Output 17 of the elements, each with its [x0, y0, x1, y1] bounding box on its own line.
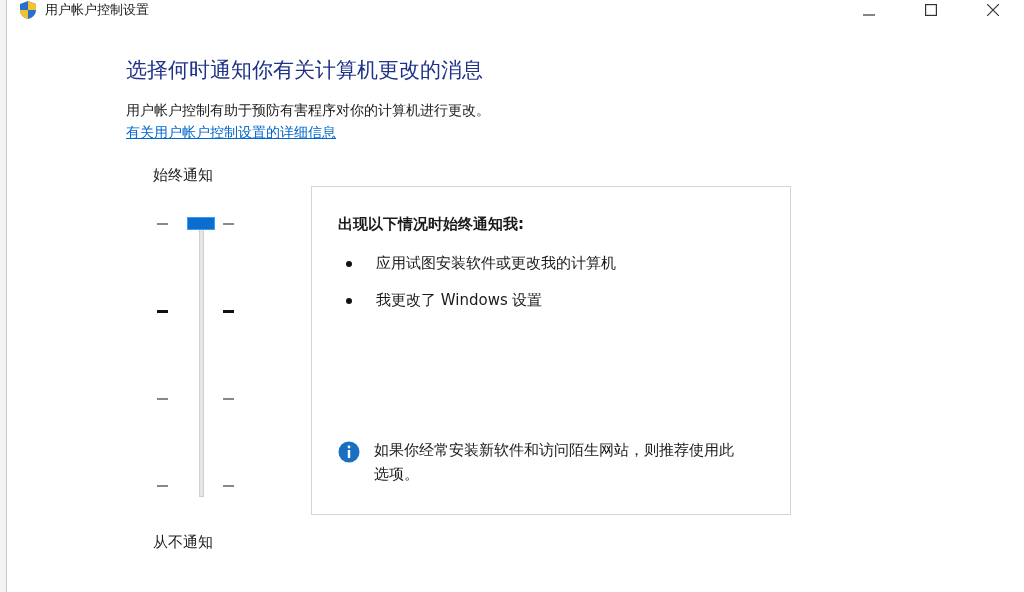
- note-text: 如果你经常安装新软件和访问陌生网站，则推荐使用此选项。: [374, 440, 735, 485]
- maximize-icon[interactable]: [925, 4, 937, 16]
- panel-title: 出现以下情况时始终通知我:: [338, 215, 525, 234]
- slider-top-label: 始终通知: [153, 166, 214, 185]
- bullet-text: 我更改了 Windows 设置: [376, 291, 543, 310]
- bullet-icon: [346, 260, 352, 267]
- slider-bottom-label: 从不通知: [153, 533, 214, 552]
- window-title: 用户帐户控制设置: [45, 1, 149, 19]
- info-icon: [338, 441, 360, 463]
- close-icon[interactable]: [987, 4, 999, 16]
- description-text: 用户帐户控制有助于预防有害程序对你的计算机进行更改。: [126, 102, 491, 120]
- heading: 选择何时通知你有关计算机更改的消息: [126, 57, 484, 84]
- slider-thumb[interactable]: [187, 217, 215, 230]
- bullet-text: 应用试图安装软件或更改我的计算机: [376, 254, 616, 273]
- bullet-icon: [346, 297, 352, 304]
- details-link[interactable]: 有关用户帐户控制设置的详细信息: [126, 124, 336, 142]
- shield-icon: [19, 0, 37, 20]
